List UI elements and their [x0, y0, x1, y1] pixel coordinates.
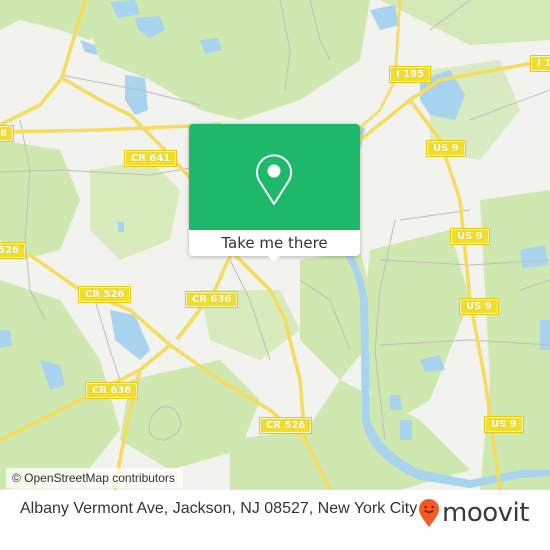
- map-view[interactable]: I 195 I 1 8 CR 641 US 9 US 9 526 CR 526 …: [0, 0, 550, 490]
- route-shield-us9-mid: US 9: [451, 229, 489, 244]
- popup-header[interactable]: [189, 124, 360, 230]
- moovit-wordmark: moovit: [442, 498, 529, 528]
- route-shield-us9-north: US 9: [427, 141, 465, 156]
- route-shield-us9-center: US 9: [460, 299, 498, 314]
- route-shield-us9-south: US 9: [485, 417, 523, 432]
- moovit-smiley-pin-icon: [419, 499, 439, 527]
- address-text: Albany Vermont Ave, Jackson, NJ 08527, N…: [20, 500, 418, 517]
- popup-pointer: [267, 255, 281, 262]
- footer: Albany Vermont Ave, Jackson, NJ 08527, N…: [0, 490, 550, 550]
- route-shield-cr636-south: CR 636: [86, 383, 138, 398]
- route-shield-west-edge: 8: [0, 126, 13, 141]
- take-me-there-button[interactable]: Take me there: [189, 230, 360, 256]
- moovit-logo[interactable]: moovit: [418, 495, 529, 531]
- route-shield-i195-east: I 1: [531, 56, 550, 71]
- route-shield-cr526-south: CR 526: [260, 418, 312, 433]
- map-attribution[interactable]: © OpenStreetMap contributors: [6, 468, 183, 488]
- route-shield-i195: I 195: [390, 67, 431, 82]
- location-pin-icon: [256, 154, 292, 205]
- route-shield-cr641: CR 641: [125, 151, 177, 166]
- route-shield-cr526: CR 526: [79, 287, 131, 302]
- route-shield-cr636-north: CR 636: [186, 292, 238, 307]
- location-popup[interactable]: Take me there: [189, 124, 360, 262]
- route-shield-cr526-west: 526: [0, 243, 25, 258]
